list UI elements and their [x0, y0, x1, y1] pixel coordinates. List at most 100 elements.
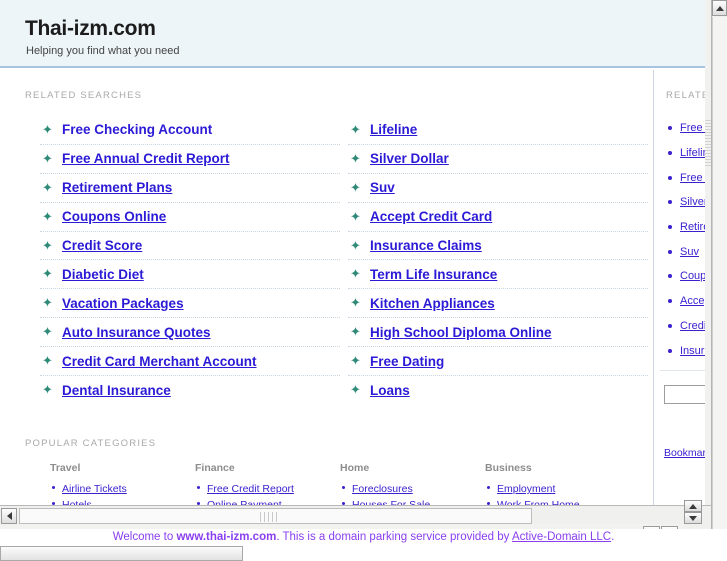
related-link[interactable]: Loans	[370, 383, 410, 398]
page-title: Thai-izm.com	[25, 17, 156, 40]
search-input[interactable]	[664, 385, 711, 404]
list-item[interactable]: Silver Dollar	[664, 190, 711, 215]
related-link[interactable]: Suv	[370, 180, 395, 195]
category-title: Business	[485, 462, 532, 474]
category-link[interactable]: Employment	[497, 483, 555, 495]
list-item[interactable]: ✦ Credit Score	[40, 232, 340, 261]
related-link[interactable]: Lifeline	[370, 122, 417, 137]
related-link[interactable]: Vacation Packages	[62, 296, 184, 311]
inner-horizontal-scrollbar-thumb[interactable]	[0, 546, 243, 561]
category-column-travel: Travel Airline Tickets Hotels	[50, 462, 195, 505]
category-title: Finance	[195, 462, 235, 474]
list-item[interactable]: ✦ Diabetic Diet	[40, 260, 340, 290]
related-link[interactable]: Auto Insurance Quotes	[62, 325, 211, 340]
star-bullet-icon: ✦	[42, 295, 53, 311]
list-item[interactable]: Work From Home	[485, 496, 630, 505]
inner-scroll-down-button[interactable]	[684, 512, 702, 524]
related-searches-heading: RELATED SEARCHES	[25, 90, 143, 101]
scroll-up-button[interactable]	[712, 0, 727, 16]
related-link[interactable]: Silver Dollar	[370, 151, 449, 166]
chevron-left-icon	[6, 512, 12, 520]
star-bullet-icon: ✦	[42, 324, 53, 340]
popular-categories-heading: POPULAR CATEGORIES	[25, 438, 157, 449]
browser-vertical-scrollbar[interactable]	[711, 0, 727, 529]
scrollbar-track[interactable]	[712, 17, 727, 529]
list-item[interactable]: ✦ Retirement Plans	[40, 174, 340, 203]
list-item[interactable]: ✦ Dental Insurance	[40, 376, 340, 405]
related-link[interactable]: Credit Card Merchant Account	[62, 354, 257, 369]
bullet-icon	[668, 274, 672, 279]
related-link[interactable]: Insurance Claims	[370, 238, 482, 253]
chevron-up-icon	[715, 5, 724, 11]
horizontal-scrollbar-thumb[interactable]	[19, 508, 532, 524]
list-item[interactable]: Hotels	[50, 496, 195, 505]
list-item[interactable]: ✦ Kitchen Appliances	[348, 289, 648, 319]
list-item[interactable]: Suv	[664, 239, 711, 264]
provider-link[interactable]: Active-Domain LLC	[512, 531, 611, 543]
star-bullet-icon: ✦	[42, 353, 53, 369]
list-item[interactable]: ✦ High School Diploma Online	[348, 318, 648, 348]
bullet-icon	[668, 299, 672, 304]
category-column-business: Business Employment Work From Home	[485, 462, 630, 505]
divider	[660, 370, 711, 371]
list-item[interactable]: Free Annual Credit Report	[664, 165, 711, 190]
bullet-icon	[52, 486, 55, 489]
footer-bar: Welcome to www.thai-izm.com. This is a d…	[0, 529, 727, 545]
related-link[interactable]: Term Life Insurance	[370, 267, 497, 282]
list-item[interactable]: ✦ Suv	[348, 174, 648, 203]
list-item[interactable]: Employment	[485, 480, 630, 496]
star-bullet-icon: ✦	[42, 237, 53, 253]
list-item[interactable]: ✦ Free Dating	[348, 347, 648, 377]
list-item[interactable]: Foreclosures	[340, 480, 485, 496]
list-item[interactable]: Airline Tickets	[50, 480, 195, 496]
related-link[interactable]: Dental Insurance	[62, 383, 171, 398]
related-link[interactable]: Free Checking Account	[62, 122, 212, 137]
list-item[interactable]: ✦ Accept Credit Card	[348, 203, 648, 232]
list-item[interactable]: ✦ Coupons Online	[40, 203, 340, 232]
page-tagline: Helping you find what you need	[26, 45, 180, 57]
list-item[interactable]: Lifeline	[664, 141, 711, 166]
list-item[interactable]: Online Payment	[195, 496, 340, 505]
grip-dots-icon	[260, 512, 280, 522]
list-item[interactable]: Credit Score	[664, 314, 711, 339]
related-link[interactable]: Free Dating	[370, 354, 444, 369]
category-link[interactable]: Foreclosures	[352, 483, 413, 495]
list-item[interactable]: ✦ Silver Dollar	[348, 145, 648, 174]
related-link[interactable]: Diabetic Diet	[62, 267, 144, 282]
bookmark-link[interactable]: Bookmark	[664, 447, 711, 459]
related-link[interactable]: Kitchen Appliances	[370, 296, 495, 311]
list-item[interactable]: Free Credit Report	[195, 480, 340, 496]
star-bullet-icon: ✦	[350, 382, 361, 398]
related-link[interactable]: Free Annual Credit Report	[62, 151, 230, 166]
list-item[interactable]: ✦ Term Life Insurance	[348, 260, 648, 290]
list-item[interactable]: Coupons Online	[664, 264, 711, 289]
popular-categories: Travel Airline Tickets Hotels Finance Fr…	[50, 462, 650, 505]
list-item[interactable]: ✦ Credit Card Merchant Account	[40, 347, 340, 377]
list-item[interactable]: Free Checking Account	[664, 116, 711, 141]
list-item[interactable]: ✦ Insurance Claims	[348, 232, 648, 261]
related-link[interactable]: Coupons Online	[62, 209, 166, 224]
list-item[interactable]: Insurance Claims	[664, 338, 711, 363]
list-item[interactable]: Houses For Sale	[340, 496, 485, 505]
sidebar-link[interactable]: Suv	[680, 246, 699, 258]
bullet-icon	[668, 126, 672, 131]
category-link[interactable]: Free Credit Report	[207, 483, 294, 495]
list-item[interactable]: ✦ Loans	[348, 376, 648, 405]
related-link[interactable]: High School Diploma Online	[370, 325, 552, 340]
list-item[interactable]: ✦ Vacation Packages	[40, 289, 340, 319]
list-item[interactable]: ✦ Auto Insurance Quotes	[40, 318, 340, 348]
list-item[interactable]: ✦ Free Annual Credit Report	[40, 145, 340, 174]
inner-scroll-up-button[interactable]	[684, 500, 702, 512]
list-item[interactable]: Retirement Plans	[664, 215, 711, 240]
list-item[interactable]: Accept Credit Card	[664, 289, 711, 314]
category-link[interactable]: Airline Tickets	[62, 483, 127, 495]
related-link[interactable]: Retirement Plans	[62, 180, 172, 195]
bullet-icon	[668, 175, 672, 180]
category-title: Travel	[50, 462, 81, 474]
star-bullet-icon: ✦	[350, 150, 361, 166]
list-item[interactable]: ✦ Lifeline	[348, 116, 648, 145]
related-link[interactable]: Accept Credit Card	[370, 209, 492, 224]
scroll-left-button[interactable]	[1, 508, 17, 524]
list-item[interactable]: ✦ Free Checking Account	[40, 116, 340, 145]
related-link[interactable]: Credit Score	[62, 238, 142, 253]
